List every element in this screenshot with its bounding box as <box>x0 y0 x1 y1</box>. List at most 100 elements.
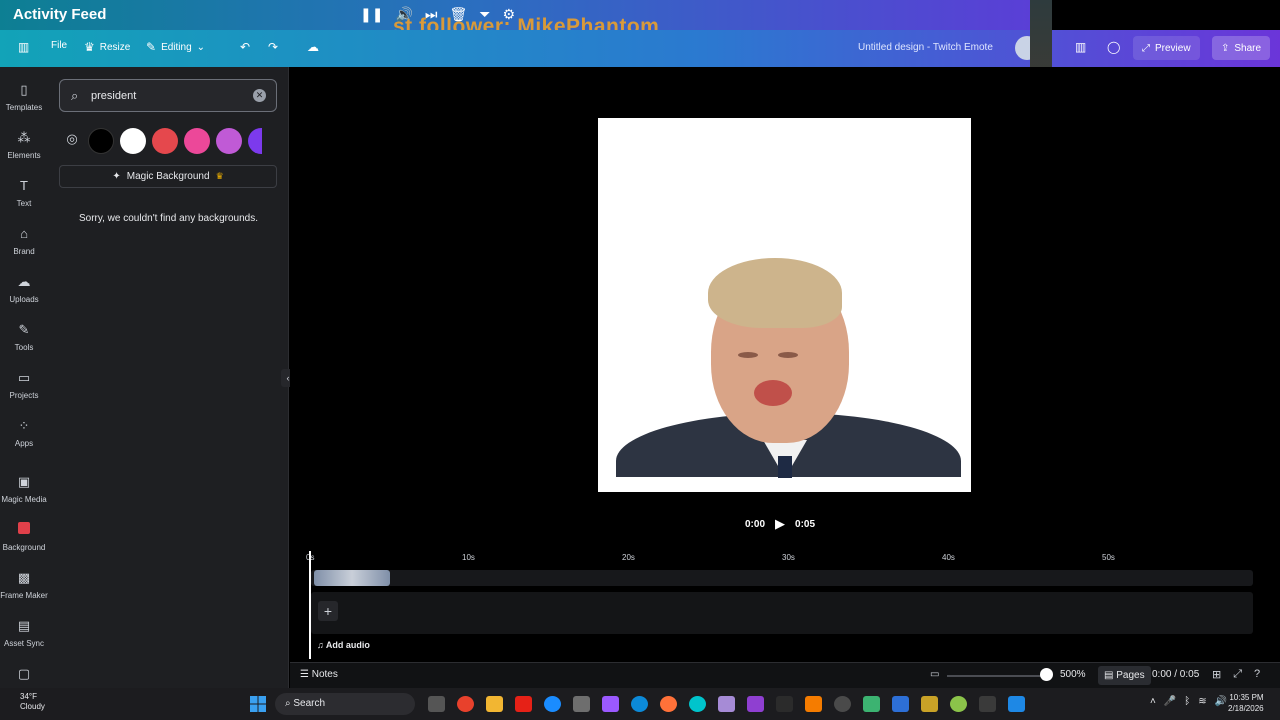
editing-mode-button[interactable]: ✎ Editing ⌄ <box>146 40 205 54</box>
fit-screen-icon[interactable]: ▭ <box>930 669 939 680</box>
tick-label: 50s <box>1102 553 1115 562</box>
more-apps-icon: ▢ <box>17 666 31 681</box>
color-swatch-row: ◎ <box>62 128 262 154</box>
clear-search-icon[interactable]: ✕ <box>253 89 266 102</box>
sidebar-item-more[interactable]: ▢ <box>0 666 48 684</box>
sidebar-item-projects[interactable]: ▭ Projects <box>0 370 48 400</box>
swatch-black[interactable] <box>88 128 114 154</box>
sidebar-item-frame-maker[interactable]: ▩ Frame Maker <box>0 570 48 600</box>
sidebar-item-tools[interactable]: ✎ Tools <box>0 322 48 352</box>
text-icon: T <box>20 178 28 193</box>
design-artboard[interactable] <box>598 118 971 492</box>
swatch-orchid[interactable] <box>216 128 242 154</box>
left-eye-shape <box>738 352 758 358</box>
sparkle-icon: ✦ <box>112 171 121 182</box>
share-button[interactable]: ⇪ Share <box>1212 36 1271 60</box>
weather-widget[interactable]: 34°F Cloudy <box>20 692 45 712</box>
windows-start-icon[interactable] <box>250 696 266 712</box>
swatch-red[interactable] <box>152 128 178 154</box>
cloud-save-icon[interactable]: ☁ <box>307 40 319 54</box>
premiere-icon[interactable] <box>747 696 764 712</box>
view-controls: ⊞ ⤢ ? <box>1212 668 1260 681</box>
chevron-down-icon: ⌄ <box>196 41 206 53</box>
wifi-icon[interactable]: ≋ <box>1198 696 1206 707</box>
tools-icon: ✎ <box>18 322 30 337</box>
templates-icon: ▯ <box>20 82 28 97</box>
comment-icon[interactable]: ◯ <box>1107 40 1120 54</box>
sidebar-item-templates[interactable]: ▯ Templates <box>0 82 48 112</box>
redo-icon[interactable]: ↷ <box>268 40 278 54</box>
file-explorer-icon[interactable] <box>486 696 503 712</box>
sidebar-item-background[interactable]: Background <box>0 522 48 552</box>
chrome-icon[interactable] <box>457 696 474 712</box>
discord-icon[interactable] <box>718 696 735 712</box>
app-icon[interactable] <box>892 696 909 712</box>
palette-icon[interactable]: ◎ <box>62 131 82 151</box>
background-icon <box>0 522 48 540</box>
file-menu[interactable]: File <box>51 40 67 51</box>
add-audio-button[interactable]: ♫ Add audio <box>317 640 370 650</box>
youtube-icon[interactable] <box>515 696 532 712</box>
app-icon[interactable] <box>921 696 938 712</box>
sidebar-item-apps[interactable]: ⁘ Apps <box>0 418 48 448</box>
sidebar-item-uploads[interactable]: ☁ Uploads <box>0 274 48 304</box>
asset-sync-icon: ▤ <box>17 618 31 633</box>
pause-icon[interactable]: ❚❚ <box>360 6 383 23</box>
edge-icon[interactable] <box>631 696 648 712</box>
app-icon[interactable] <box>805 696 822 712</box>
taskbar-search[interactable]: ⌕ Search <box>275 693 415 715</box>
swatch-purple[interactable] <box>248 128 262 154</box>
firefox-icon[interactable] <box>660 696 677 712</box>
resize-button[interactable]: ♛ Resize <box>84 40 130 54</box>
messenger-icon[interactable] <box>544 696 561 712</box>
canva-icon[interactable] <box>689 696 706 712</box>
app-icon[interactable] <box>776 696 793 712</box>
document-title[interactable]: Untitled design - Twitch Emote <box>858 42 993 53</box>
sidebar-item-text[interactable]: T Text <box>0 178 48 208</box>
chevron-up-icon[interactable]: ˄ <box>1150 696 1156 707</box>
zoom-level[interactable]: 500% <box>1060 669 1086 680</box>
sidebar-item-asset-sync[interactable]: ▤ Asset Sync <box>0 618 48 648</box>
video-clip[interactable] <box>314 570 390 586</box>
bluetooth-icon[interactable]: ᛒ <box>1184 696 1190 707</box>
volume-icon[interactable]: 🔊 <box>1215 696 1227 707</box>
app-icon[interactable] <box>979 696 996 712</box>
search-input[interactable]: ⌕ president ✕ <box>59 79 277 112</box>
play-icon[interactable]: ▶ <box>775 516 785 532</box>
add-track-area <box>311 592 1253 634</box>
pages-icon: ▤ <box>1104 670 1117 681</box>
crown-icon: ♛ <box>215 171 224 181</box>
undo-icon[interactable]: ↶ <box>240 40 250 54</box>
editor-bottombar: ☰ Notes ▭ 500% ▤ Pages 0:00 / 0:05 ⊞ ⤢ ? <box>290 662 1280 688</box>
sidebar-item-elements[interactable]: ⁂ Elements <box>0 130 48 160</box>
page-time: 0:00 / 0:05 <box>1152 669 1200 680</box>
app-icon[interactable] <box>950 696 967 712</box>
help-icon[interactable]: ? <box>1254 668 1260 681</box>
zoom-slider[interactable] <box>947 675 1043 677</box>
preview-button[interactable]: ⤢ Preview <box>1133 36 1200 60</box>
magic-background-button[interactable]: ✦ Magic Background ♛ <box>59 165 277 188</box>
sidebar-toggle-icon[interactable]: ▥ <box>18 40 29 54</box>
zoom-slider-knob[interactable] <box>1040 668 1053 681</box>
add-page-button[interactable]: + <box>318 601 338 621</box>
copilot-icon[interactable] <box>602 696 619 712</box>
store-icon[interactable] <box>573 696 590 712</box>
analytics-icon[interactable]: ▥ <box>1075 40 1086 54</box>
app-icon[interactable] <box>863 696 880 712</box>
sidebar-item-brand[interactable]: ⌂ Brand <box>0 226 48 256</box>
share-icon: ⇪ <box>1221 42 1230 54</box>
magic-media-icon: ▣ <box>17 474 31 489</box>
microphone-icon[interactable]: 🎤 <box>1164 696 1176 707</box>
pages-button[interactable]: ▤ Pages <box>1098 666 1151 685</box>
swatch-white[interactable] <box>120 128 146 154</box>
obs-icon[interactable] <box>834 696 851 712</box>
sidebar-item-magic-media[interactable]: ▣ Magic Media <box>0 474 48 504</box>
swatch-pink[interactable] <box>184 128 210 154</box>
app-icon[interactable] <box>1008 696 1025 712</box>
fullscreen-icon[interactable]: ⤢ <box>1233 668 1242 681</box>
notes-button[interactable]: ☰ Notes <box>300 669 338 680</box>
task-view-icon[interactable] <box>428 696 445 712</box>
projects-icon: ▭ <box>17 370 31 385</box>
grid-view-icon[interactable]: ⊞ <box>1212 668 1221 681</box>
clock[interactable]: 10:35 PM 2/18/2026 <box>1228 692 1264 714</box>
